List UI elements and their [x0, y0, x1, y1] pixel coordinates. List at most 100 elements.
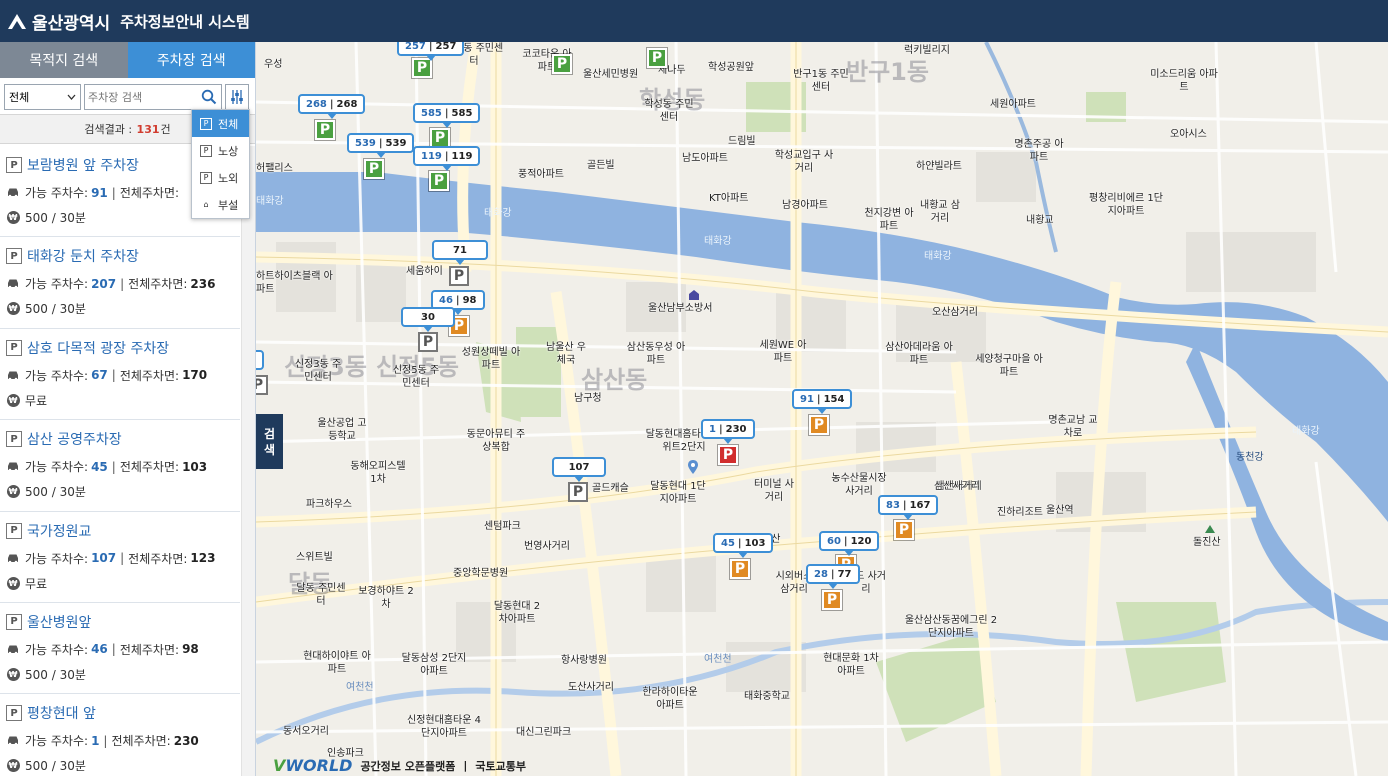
list-item[interactable]: P 울산병원앞 가능 주차수: 46 | 전체주차면: 98 ₩500 / 30분: [0, 603, 240, 695]
parking-callout[interactable]: 30: [401, 307, 455, 332]
map-place[interactable]: 달동현대 1단지아파트: [648, 480, 708, 506]
map-place[interactable]: 태화중학교: [744, 690, 790, 703]
parking-name[interactable]: 삼산 공영주차장: [27, 429, 122, 449]
map-place[interactable]: 신정현대홈타운 4단지아파트: [404, 714, 484, 740]
parking-name[interactable]: 평창현대 앞: [27, 703, 96, 723]
parking-callout[interactable]: 28 | 77: [806, 564, 860, 589]
parking-marker[interactable]: P: [449, 266, 469, 286]
list-item[interactable]: P 평창현대 앞 가능 주차수: 1 | 전체주차면: 230 ₩500 / 30분: [0, 694, 240, 776]
parking-name[interactable]: 삼호 다목적 광장 주차장: [27, 338, 169, 358]
parking-callout[interactable]: 71: [432, 240, 488, 265]
map-place[interactable]: 미소드리움 아파트: [1149, 68, 1219, 94]
map-place[interactable]: 터미널 사거리: [754, 478, 794, 504]
parking-callout[interactable]: 2: [256, 350, 264, 375]
map-place[interactable]: 대신그린파크: [516, 726, 571, 739]
parking-callout[interactable]: 268 | 268: [298, 94, 366, 119]
map-place[interactable]: 보경하야트 2차: [356, 585, 416, 611]
list-item[interactable]: P 국가정원교 가능 주차수: 107 | 전체주차면: 123 ₩ 무료: [0, 512, 240, 603]
list-item[interactable]: P 삼산 공영주차장 가능 주차수: 45 | 전체주차면: 103 ₩500 / 30분: [0, 420, 240, 512]
list-item[interactable]: P 태화강 둔치 주차장 가능 주차수: 207 | 전체주차면: 236 ₩500 / …: [0, 237, 240, 329]
map-place[interactable]: 세원아파트: [990, 98, 1036, 111]
map-place[interactable]: 돌진산: [1193, 536, 1221, 549]
parking-marker[interactable]: P: [809, 415, 829, 435]
vworld-logo[interactable]: VWORLD: [273, 756, 352, 775]
map-place[interactable]: 센텀파크: [484, 520, 521, 533]
parking-callout[interactable]: 257 | 257: [397, 42, 465, 61]
map-place[interactable]: 동해오피스텔 1차: [348, 460, 408, 486]
map-place[interactable]: 도산사거리: [568, 681, 614, 694]
map-place[interactable]: 오산삼거리: [932, 306, 978, 319]
map-place[interactable]: KT아파트: [709, 192, 749, 205]
map-place[interactable]: 남울산 우체국: [546, 341, 586, 367]
parking-name[interactable]: 보람병원 앞 주차장: [27, 155, 139, 175]
map-place[interactable]: 신정3동 주민센터: [293, 358, 343, 384]
parking-callout[interactable]: 1 | 230: [701, 419, 755, 444]
search-input[interactable]: [88, 90, 196, 104]
filter-option-offstreet[interactable]: P 노외: [192, 164, 249, 191]
map-place[interactable]: 중앙학문병원: [453, 567, 508, 580]
map-place[interactable]: 현대하이야트 아파트: [302, 650, 372, 676]
map-place[interactable]: 동문아뮤티 주상복합: [466, 428, 526, 454]
map-place[interactable]: 남구청: [574, 392, 602, 405]
map-place[interactable]: 성원상떼빌 아파트: [461, 346, 521, 372]
type-select[interactable]: 전체: [4, 84, 81, 110]
parking-marker[interactable]: P: [256, 375, 268, 395]
parking-callout[interactable]: 83 | 167: [878, 495, 939, 520]
parking-name[interactable]: 태화강 둔치 주차장: [27, 246, 139, 266]
map-place[interactable]: 삼산아데라움 아파트: [884, 341, 954, 367]
map-place[interactable]: 평창리비에르 1단지아파트: [1086, 192, 1166, 218]
parking-callout[interactable]: 60 | 120: [819, 531, 880, 556]
map-place[interactable]: 골드캐슬: [592, 482, 629, 495]
parking-marker[interactable]: P: [418, 332, 438, 352]
map-place[interactable]: 한라하이타운 아파트: [640, 686, 700, 712]
map-place[interactable]: 학성공원앞: [708, 61, 754, 74]
map-place[interactable]: 울산역: [1046, 504, 1074, 517]
map-place[interactable]: 허팰리스: [256, 162, 293, 175]
map-place[interactable]: 달동삼성 2단지아파트: [399, 652, 469, 678]
map-place[interactable]: 삼산동우성 아파트: [626, 341, 686, 367]
parking-marker[interactable]: P: [364, 159, 384, 179]
map-place[interactable]: 천지강변 아파트: [864, 207, 914, 233]
list-item[interactable]: P 삼호 다목적 광장 주차장 가능 주차수: 67 | 전체주차면: 170 ₩ 무료: [0, 329, 240, 421]
parking-marker[interactable]: P: [552, 54, 572, 74]
search-icon[interactable]: [201, 89, 217, 105]
filter-button[interactable]: [225, 84, 249, 110]
filter-option-onstreet[interactable]: P 노상: [192, 137, 249, 164]
map-place[interactable]: 스위트빌: [296, 551, 333, 564]
map-place[interactable]: 달동현대 2차아파트: [492, 600, 542, 626]
map-place[interactable]: 현대문화 1차아파트: [821, 652, 881, 678]
parking-marker[interactable]: P: [894, 520, 914, 540]
parking-callout[interactable]: 45 | 103: [713, 533, 774, 558]
map-place[interactable]: 항사랑병원: [561, 654, 607, 667]
map-place[interactable]: 학성교입구 사거리: [774, 149, 834, 175]
parking-name[interactable]: 국가정원교: [27, 521, 91, 541]
map-place[interactable]: 학성동 주민센터: [644, 98, 694, 124]
map-place[interactable]: 농수산물시장 사거리: [829, 472, 889, 498]
parking-callout[interactable]: 539 | 539: [347, 133, 415, 158]
map-place[interactable]: 드림빌: [728, 135, 756, 148]
parking-marker[interactable]: P: [429, 171, 449, 191]
map-place[interactable]: 풍적아파트: [518, 168, 564, 181]
map-place[interactable]: 세원WE 아파트: [758, 339, 808, 365]
parking-marker[interactable]: P: [430, 128, 450, 148]
map-place[interactable]: 골든빌: [587, 159, 615, 172]
filter-option-all[interactable]: P 전체: [192, 110, 249, 137]
map-place[interactable]: 신정5동 주민센터: [391, 364, 441, 390]
map-place[interactable]: 파크하우스: [306, 498, 352, 511]
tab-destination-search[interactable]: 목적지 검색: [0, 42, 128, 78]
map-place[interactable]: 럭키빌리지: [904, 44, 950, 57]
list-scrollbar[interactable]: [241, 146, 255, 776]
parking-marker[interactable]: P: [730, 559, 750, 579]
map-place[interactable]: 남도아파트: [682, 152, 728, 165]
parking-name[interactable]: 울산병원앞: [27, 612, 91, 632]
filter-option-attached[interactable]: ⌂ 부설: [192, 191, 249, 218]
map-place[interactable]: 세움하이: [406, 265, 443, 278]
map-place[interactable]: 울산남부소방서: [648, 302, 712, 315]
map-place[interactable]: 명촌교남 교차로: [1048, 414, 1098, 440]
map-place[interactable]: 남경아파트: [782, 199, 828, 212]
parking-marker[interactable]: P: [412, 58, 432, 78]
map-place[interactable]: 울산공업 고등학교: [317, 417, 367, 443]
map-place[interactable]: 명촌주공 아파트: [1014, 138, 1064, 164]
map-place[interactable]: 울산세민병원: [583, 68, 638, 81]
map-place[interactable]: 반구1동 주민센터: [791, 68, 851, 94]
